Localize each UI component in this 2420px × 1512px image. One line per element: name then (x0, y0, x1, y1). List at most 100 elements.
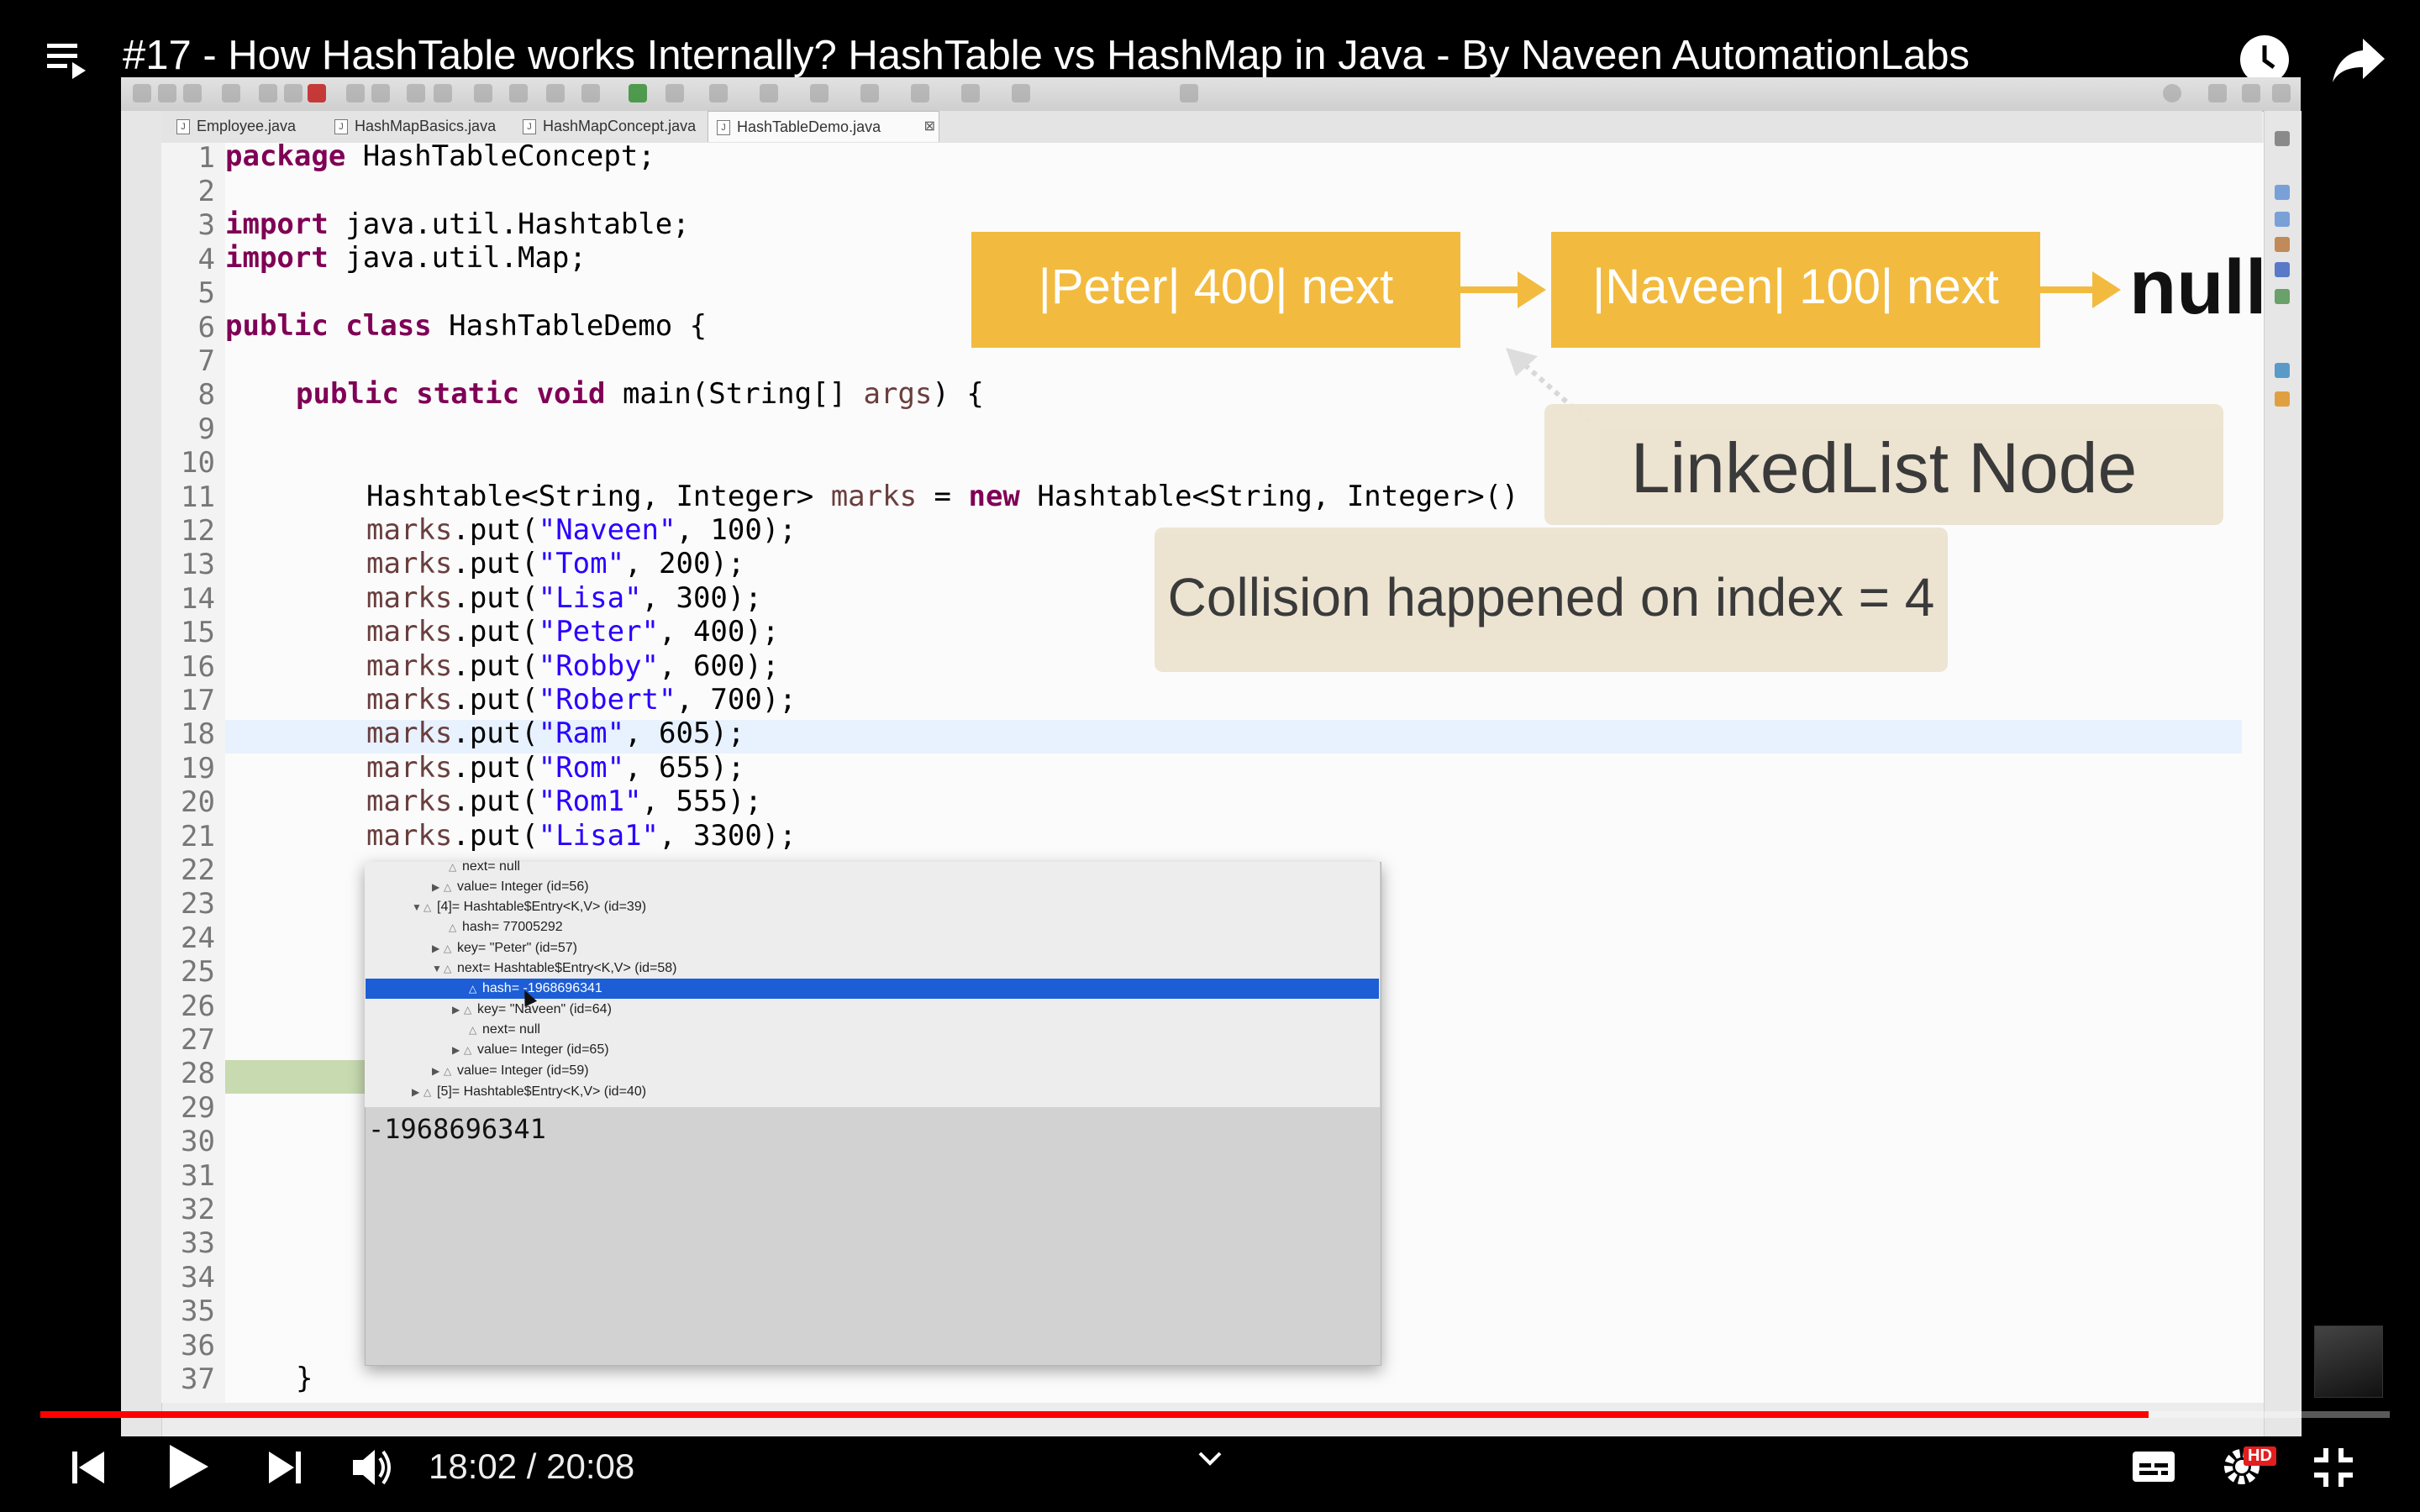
toolbar-button[interactable] (1180, 84, 1198, 102)
line-number: 4 (197, 243, 215, 276)
tree-row[interactable]: ▼ △ next= Hashtable$Entry<K,V> (id=58) (432, 958, 677, 979)
tab-hashmapconcept[interactable]: J HashMapConcept.java (514, 111, 736, 141)
perspective-icon[interactable] (2208, 84, 2227, 102)
playlist-icon[interactable] (44, 37, 91, 96)
toolbar-button[interactable] (183, 84, 202, 102)
toolbar-button[interactable] (222, 84, 240, 102)
toolbar-button[interactable] (546, 84, 565, 102)
view-icon[interactable] (2275, 262, 2290, 277)
view-icon[interactable] (2275, 391, 2290, 407)
tree-row[interactable]: △ hash= 77005292 (449, 917, 563, 937)
chevron-down-icon[interactable] (1197, 1448, 1223, 1472)
java-file-icon: J (334, 119, 348, 134)
tree-row[interactable]: ▶ △ value= Integer (id=59) (432, 1061, 589, 1081)
collapse-arrow-icon[interactable]: ▼ (432, 958, 444, 979)
view-icon[interactable] (2275, 131, 2290, 146)
field-icon: △ (444, 881, 452, 893)
toolbar-button[interactable] (666, 84, 684, 102)
toolbar-button[interactable] (911, 84, 929, 102)
code-line: marks.put("Tom", 200); (366, 547, 744, 580)
stop-icon[interactable] (308, 84, 326, 102)
toolbar-button[interactable] (346, 84, 365, 102)
line-number: 8 (197, 378, 215, 412)
tree-row[interactable]: △ next= null (469, 1020, 540, 1040)
code-text: .put( (452, 683, 539, 717)
linkedlist-node-naveen: |Naveen| 100| next (1551, 232, 2040, 348)
right-trim-bar (2264, 111, 2302, 1436)
code-line: import java.util.Map; (225, 241, 587, 275)
run-icon[interactable] (629, 84, 647, 102)
toolbar-button[interactable] (133, 84, 151, 102)
toolbar-button[interactable] (284, 84, 302, 102)
line-number: 7 (197, 344, 215, 378)
code-text: .put( (452, 615, 539, 648)
toolbar-button[interactable] (810, 84, 829, 102)
expand-arrow-icon[interactable]: ▶ (432, 1061, 444, 1081)
expand-arrow-icon[interactable]: ▶ (432, 877, 444, 897)
perspective-icon[interactable] (2242, 84, 2260, 102)
line-number: 25 (181, 955, 215, 989)
video-title[interactable]: #17 - How HashTable works Internally? Ha… (123, 32, 1970, 79)
variable: marks (830, 480, 918, 513)
tree-row-label: value= Integer (id=65) (477, 1042, 609, 1057)
tree-row[interactable]: ▼ △ [4]= Hashtable$Entry<K,V> (id=39) (412, 897, 646, 917)
expand-arrow-icon[interactable]: ▶ (452, 1000, 464, 1020)
tab-employee[interactable]: J Employee.java (168, 111, 346, 141)
node-arrow-head (1518, 271, 1546, 308)
toolbar-button[interactable] (434, 84, 452, 102)
tab-label: HashMapBasics.java (355, 118, 497, 134)
code-line: package HashTableConcept; (225, 139, 655, 173)
expand-arrow-icon[interactable]: ▶ (452, 1040, 464, 1060)
toolbar-button[interactable] (961, 84, 980, 102)
code-text: .put( (452, 649, 539, 683)
toolbar-button[interactable] (259, 84, 277, 102)
tree-row[interactable]: ▶ △ value= Integer (id=56) (432, 877, 589, 897)
close-tab-icon[interactable]: ⊠ (924, 112, 935, 142)
variable: marks (366, 649, 453, 683)
toolbar-button[interactable] (1012, 84, 1030, 102)
view-icon[interactable] (2275, 363, 2290, 378)
tree-row[interactable]: ▶ △ key= "Peter" (id=57) (432, 938, 577, 958)
search-icon[interactable] (2163, 84, 2181, 102)
variable: marks (366, 547, 453, 580)
view-icon[interactable] (2275, 237, 2290, 252)
exit-fullscreen-icon[interactable] (2311, 1445, 2356, 1494)
toolbar-button[interactable] (407, 84, 425, 102)
toolbar-button[interactable] (581, 84, 600, 102)
tab-hashmapbasics[interactable]: J HashMapBasics.java (326, 111, 534, 141)
tree-row-selected[interactable]: △ hash= -1968696341 (469, 979, 602, 999)
tree-row-label: key= "Peter" (id=57) (457, 941, 577, 955)
line-number: 29 (181, 1091, 215, 1125)
toolbar-button[interactable] (709, 84, 728, 102)
tree-row[interactable]: ▶ △ value= Integer (id=65) (452, 1040, 609, 1060)
tree-row[interactable]: ▶ △ [5]= Hashtable$Entry<K,V> (id=40) (412, 1082, 646, 1102)
expand-arrow-icon[interactable]: ▶ (412, 1082, 424, 1102)
code-line: marks.put("Rom", 655); (366, 751, 744, 785)
view-icon[interactable] (2275, 289, 2290, 304)
view-icon[interactable] (2275, 185, 2290, 200)
code-text: ) { (932, 377, 984, 411)
toolbar-button[interactable] (371, 84, 390, 102)
tree-row[interactable]: △ next= null (449, 857, 520, 877)
toolbar-button[interactable] (860, 84, 879, 102)
expand-arrow-icon[interactable]: ▶ (432, 938, 444, 958)
subtitles-icon[interactable] (2131, 1446, 2176, 1490)
collapse-arrow-icon[interactable]: ▼ (412, 897, 424, 917)
next-icon[interactable] (264, 1446, 306, 1492)
toolbar-button[interactable] (158, 84, 176, 102)
toolbar-button[interactable] (474, 84, 492, 102)
tab-hashtabledemo[interactable]: J HashTableDemo.java ⊠ (708, 111, 939, 142)
volume-icon[interactable] (350, 1445, 397, 1494)
view-icon[interactable] (2275, 212, 2290, 227)
perspective-icon[interactable] (2272, 84, 2291, 102)
previous-icon[interactable] (67, 1446, 109, 1492)
share-icon[interactable] (2331, 35, 2386, 87)
collision-callout: Collision happened on index = 4 (1155, 528, 1948, 672)
variable: marks (366, 683, 453, 717)
toolbar-button[interactable] (509, 84, 528, 102)
toolbar-button[interactable] (760, 84, 778, 102)
line-number: 12 (181, 514, 215, 548)
field-icon: △ (469, 1024, 477, 1036)
play-icon[interactable] (165, 1441, 212, 1495)
field-icon: △ (449, 861, 457, 873)
